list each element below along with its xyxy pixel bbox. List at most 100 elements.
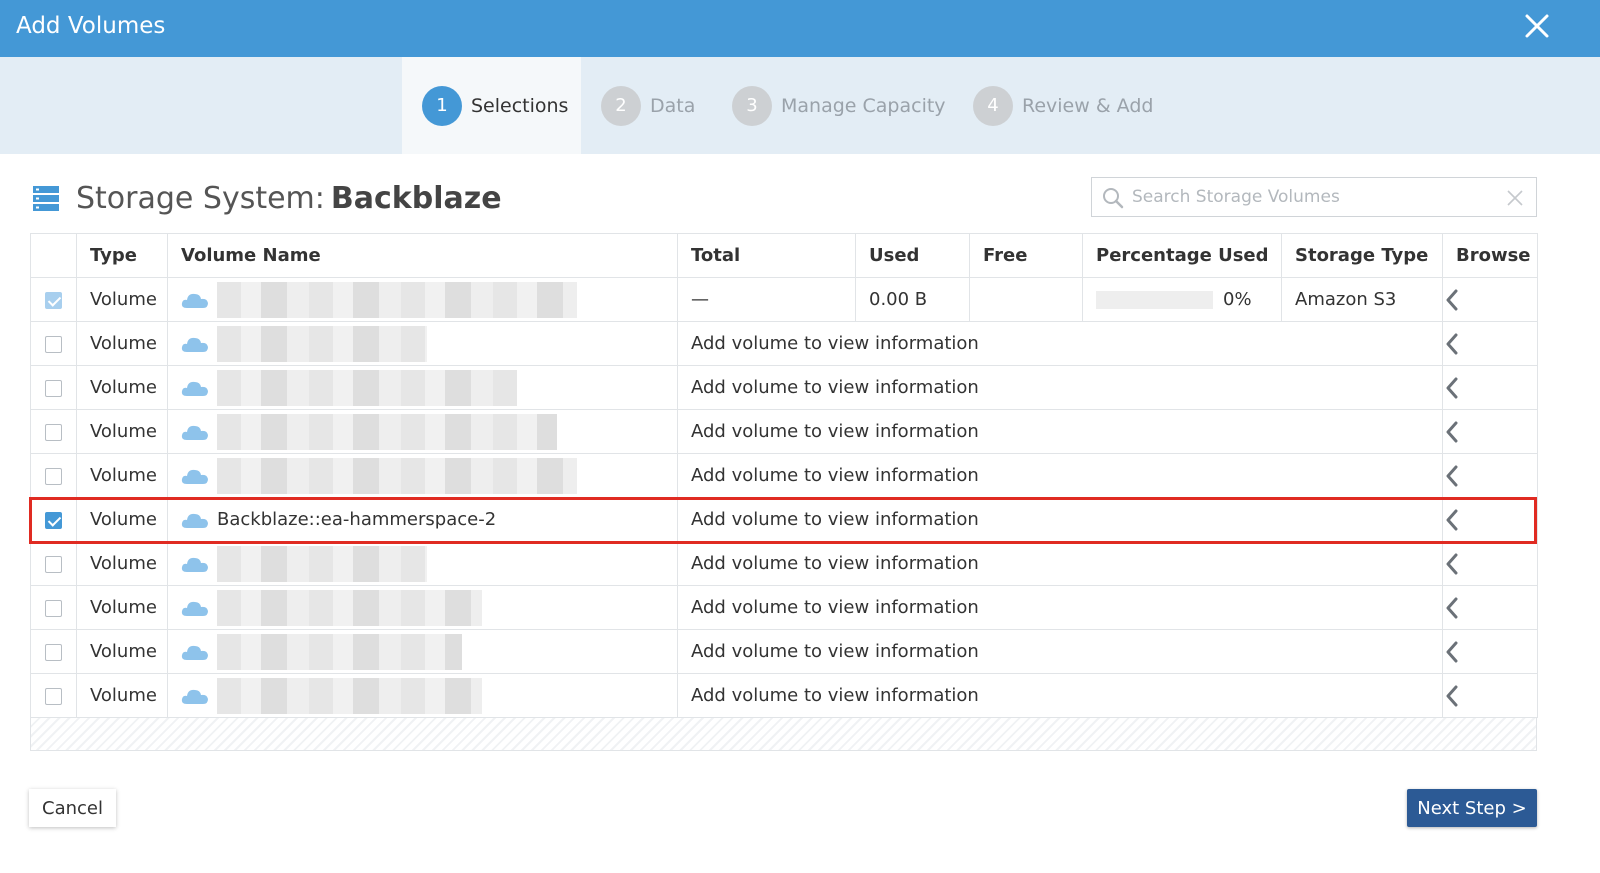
table-row[interactable]: Volume Add volume to view information (30, 629, 1538, 674)
cloud-icon (181, 293, 208, 308)
step-data[interactable]: 2 Data (601, 57, 695, 154)
volume-type: Volume (76, 409, 168, 454)
header-percentage-used[interactable]: Percentage Used (1082, 233, 1282, 278)
volume-storage-type: Amazon S3 (1281, 277, 1443, 322)
table-row[interactable]: Volume — 0.00 B 0% Amazon S3 (30, 277, 1538, 322)
step-label: Review & Add (1022, 94, 1154, 117)
redacted-volume-name (217, 457, 577, 494)
volume-type: Volume (76, 585, 168, 630)
search-input[interactable] (1132, 184, 1492, 210)
usage-percent: 0% (1223, 289, 1252, 310)
volume-total: — (677, 277, 856, 322)
header-free[interactable]: Free (969, 233, 1083, 278)
row-checkbox[interactable] (45, 467, 62, 485)
table-footer (30, 718, 1537, 751)
step-label: Data (650, 94, 696, 117)
row-checkbox[interactable] (45, 555, 62, 573)
volume-info: Add volume to view information (677, 321, 1443, 366)
table-row[interactable]: Volume Add volume to view information (30, 585, 1538, 630)
step-manage-capacity[interactable]: 3 Manage Capacity (732, 57, 946, 154)
table-row-selected[interactable]: Volume Backblaze::ea-hammerspace-2 Add vol… (30, 497, 1538, 542)
header-total[interactable]: Total (677, 233, 856, 278)
cloud-icon (181, 337, 208, 352)
chevron-left-icon[interactable] (1443, 509, 1461, 531)
cloud-icon (181, 689, 208, 704)
step-label: Manage Capacity (781, 94, 946, 117)
volume-info: Add volume to view information (677, 453, 1443, 498)
dialog-title: Add Volumes (16, 13, 166, 39)
volume-percentage: 0% (1082, 277, 1282, 322)
redacted-volume-name (217, 325, 427, 362)
row-checkbox[interactable] (45, 643, 62, 661)
row-checkbox[interactable] (45, 511, 62, 529)
chevron-left-icon[interactable] (1443, 289, 1461, 311)
row-checkbox[interactable] (45, 599, 62, 617)
volume-type: Volume (76, 673, 168, 718)
table-row[interactable]: Volume Add volume to view information (30, 409, 1538, 454)
clear-icon[interactable] (1506, 189, 1524, 207)
volume-info: Add volume to view information (677, 585, 1443, 630)
volume-info: Add volume to view information (677, 365, 1443, 410)
chevron-left-icon[interactable] (1443, 553, 1461, 575)
header-volume-name[interactable]: Volume Name (167, 233, 678, 278)
volume-type: Volume (76, 277, 168, 322)
chevron-left-icon[interactable] (1443, 421, 1461, 443)
row-checkbox[interactable] (45, 687, 62, 705)
table-row[interactable]: Volume Add volume to view information (30, 541, 1538, 586)
step-number: 2 (601, 85, 641, 126)
storage-system-name: Backblaze (330, 180, 502, 216)
volume-info: Add volume to view information (677, 541, 1443, 586)
volume-used: 0.00 B (855, 277, 970, 322)
chevron-left-icon[interactable] (1443, 465, 1461, 487)
table-row[interactable]: Volume Add volume to view information (30, 365, 1538, 410)
table-row[interactable]: Volume Add volume to view information (30, 321, 1538, 366)
dialog-titlebar: Add Volumes (0, 0, 1600, 57)
step-selections[interactable]: 1 Selections (402, 57, 581, 154)
chevron-left-icon[interactable] (1443, 685, 1461, 707)
cancel-button[interactable]: Cancel (29, 789, 116, 827)
redacted-volume-name (217, 545, 427, 582)
chevron-left-icon[interactable] (1443, 377, 1461, 399)
cloud-icon (181, 645, 208, 660)
volume-info: Add volume to view information (677, 629, 1443, 674)
row-checkbox[interactable] (45, 335, 62, 353)
header-storage-type[interactable]: Storage Type (1281, 233, 1443, 278)
row-checkbox[interactable] (45, 291, 62, 309)
table-row[interactable]: Volume Add volume to view information (30, 673, 1538, 718)
step-label: Selections (471, 94, 569, 117)
volume-type: Volume (76, 365, 168, 410)
header-browse: Browse (1442, 233, 1538, 278)
header-type[interactable]: Type (76, 233, 168, 278)
table-row[interactable]: Volume Add volume to view information (30, 453, 1538, 498)
chevron-left-icon[interactable] (1443, 641, 1461, 663)
redacted-volume-name (217, 369, 517, 406)
header-used[interactable]: Used (855, 233, 970, 278)
search-box (1091, 177, 1537, 217)
search-icon (1103, 188, 1124, 209)
step-review-add[interactable]: 4 Review & Add (973, 57, 1153, 154)
row-checkbox[interactable] (45, 423, 62, 441)
volume-type: Volume (76, 453, 168, 498)
volume-info: Add volume to view information (677, 409, 1443, 454)
cloud-icon (181, 557, 208, 572)
next-step-button[interactable]: Next Step > (1407, 789, 1537, 827)
storage-server-icon (33, 186, 59, 211)
table-header-row: Type Volume Name Total Used Free Percent… (30, 233, 1538, 278)
volume-type: Volume (76, 629, 168, 674)
cloud-icon (181, 601, 208, 616)
volume-type: Volume (76, 321, 168, 366)
step-number: 4 (973, 85, 1013, 126)
close-icon[interactable] (1522, 11, 1552, 41)
volume-free (969, 277, 1083, 322)
volume-type: Volume (76, 497, 168, 542)
row-checkbox[interactable] (45, 379, 62, 397)
chevron-left-icon[interactable] (1443, 597, 1461, 619)
redacted-volume-name (217, 413, 557, 450)
volume-name: Backblaze::ea-hammerspace-2 (217, 509, 497, 530)
volume-type: Volume (76, 541, 168, 586)
cloud-icon (181, 513, 208, 528)
usage-bar (1096, 291, 1213, 309)
volumes-table: Type Volume Name Total Used Free Percent… (30, 233, 1538, 751)
chevron-left-icon[interactable] (1443, 333, 1461, 355)
cloud-icon (181, 425, 208, 440)
